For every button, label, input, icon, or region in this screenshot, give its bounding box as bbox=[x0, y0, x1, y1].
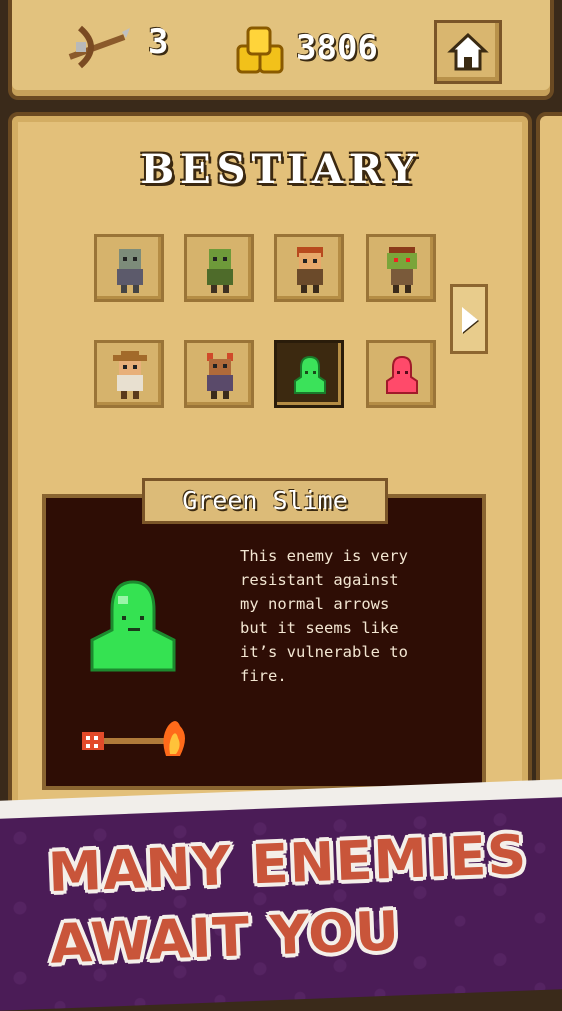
bandit-icon bbox=[297, 247, 323, 293]
promo-tagline-line2: AWAIT YOU bbox=[48, 899, 402, 976]
creature-description: This enemy is very resistant against my … bbox=[240, 547, 408, 685]
arrow-count: 3 bbox=[148, 22, 169, 62]
rogue-icon bbox=[113, 351, 147, 399]
creature-slot-horned-rogue[interactable] bbox=[184, 340, 254, 408]
horned-rogue-icon bbox=[207, 353, 233, 399]
creature-slot-red-haired-bandit[interactable] bbox=[274, 234, 344, 302]
zombie-icon bbox=[117, 249, 143, 293]
creature-name: Green Slime bbox=[142, 478, 388, 524]
creature-slot-zombie[interactable] bbox=[94, 234, 164, 302]
home-button[interactable] bbox=[434, 20, 502, 84]
creature-slot-goblin[interactable] bbox=[366, 234, 436, 302]
green-slime-portrait bbox=[90, 580, 176, 672]
top-hud-bar: 3 3806 bbox=[8, 0, 554, 100]
crossbow-icon bbox=[68, 25, 130, 69]
house-icon bbox=[447, 32, 489, 71]
creature-slot-green-orc[interactable] bbox=[184, 234, 254, 302]
arrow-right-icon bbox=[462, 307, 478, 333]
fire-arrow-icon bbox=[82, 721, 185, 756]
creature-slot-red-slime[interactable] bbox=[366, 340, 436, 408]
next-page-button[interactable] bbox=[450, 284, 488, 354]
next-page-panel-edge bbox=[536, 112, 562, 832]
bestiary-title: BESTIARY bbox=[140, 146, 422, 193]
gold-coins-icon bbox=[236, 26, 284, 74]
creature-slot-green-slime[interactable] bbox=[274, 340, 344, 408]
creature-slot-hat-rogue[interactable] bbox=[94, 340, 164, 408]
gold-count: 3806 bbox=[296, 28, 378, 68]
goblin-icon bbox=[387, 247, 417, 293]
red-slime-icon bbox=[386, 355, 418, 394]
green-slime-icon bbox=[294, 355, 326, 394]
orc-icon bbox=[207, 249, 233, 293]
